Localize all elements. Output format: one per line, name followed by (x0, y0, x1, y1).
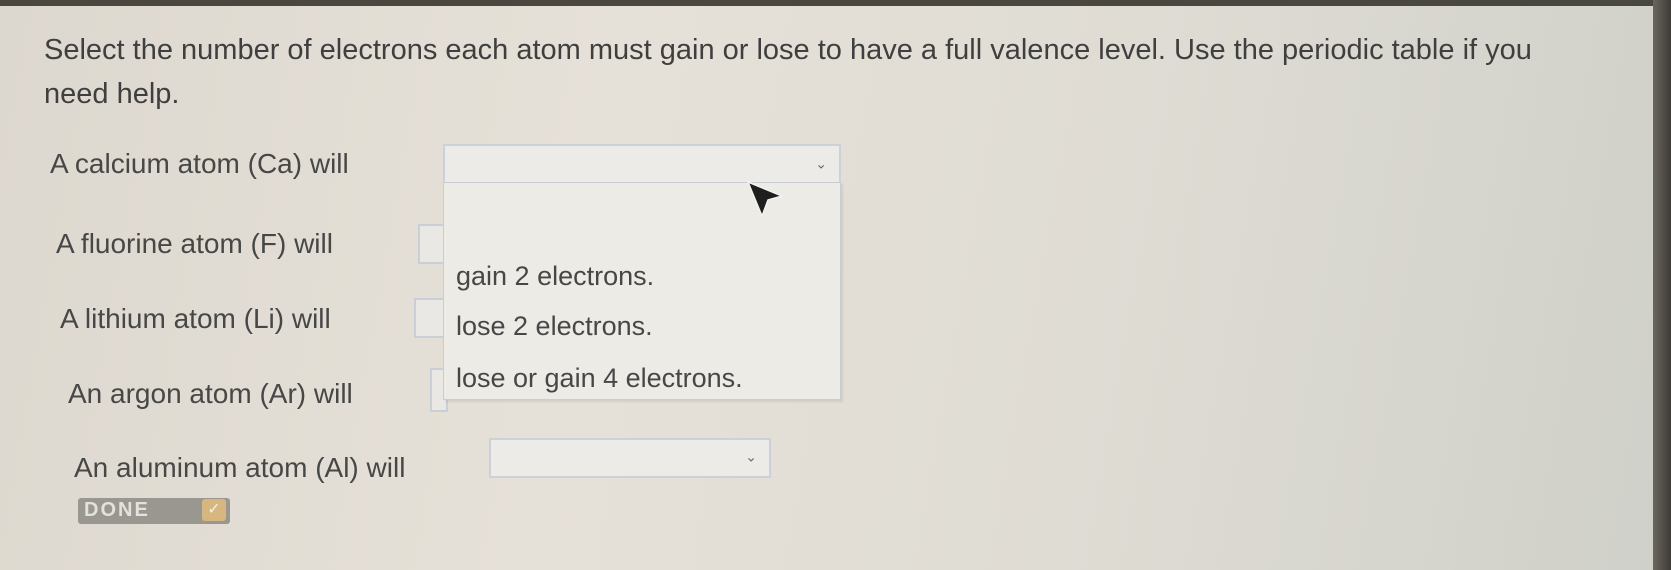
done-button-label: DONE (84, 499, 150, 521)
question-instructions: Select the number of electrons each atom… (44, 34, 1532, 110)
dropdown-option[interactable]: lose 2 electrons. (456, 311, 653, 342)
dropdown-option[interactable]: gain 2 electrons. (456, 261, 654, 292)
row-label-aluminum: An aluminum atom (Al) will (74, 452, 406, 483)
row-label-argon: An argon atom (Ar) will (68, 378, 353, 409)
check-icon: ✓ (202, 499, 226, 521)
done-button[interactable]: DONE ✓ (78, 498, 230, 524)
row-label-fluorine: A fluorine atom (F) will (56, 228, 333, 259)
chevron-down-icon: ⌄ (815, 155, 827, 172)
chevron-down-icon: ⌄ (745, 448, 757, 465)
row-label-calcium: A calcium atom (Ca) will (50, 148, 349, 179)
monitor-bezel-right (1653, 0, 1671, 570)
dropdown-option[interactable]: lose or gain 4 electrons. (456, 363, 743, 394)
select-aluminum[interactable]: ⌄ (489, 438, 771, 478)
monitor-bezel-top (0, 0, 1671, 6)
mouse-pointer-icon (747, 181, 783, 217)
row-label-lithium: A lithium atom (Li) will (60, 303, 331, 334)
